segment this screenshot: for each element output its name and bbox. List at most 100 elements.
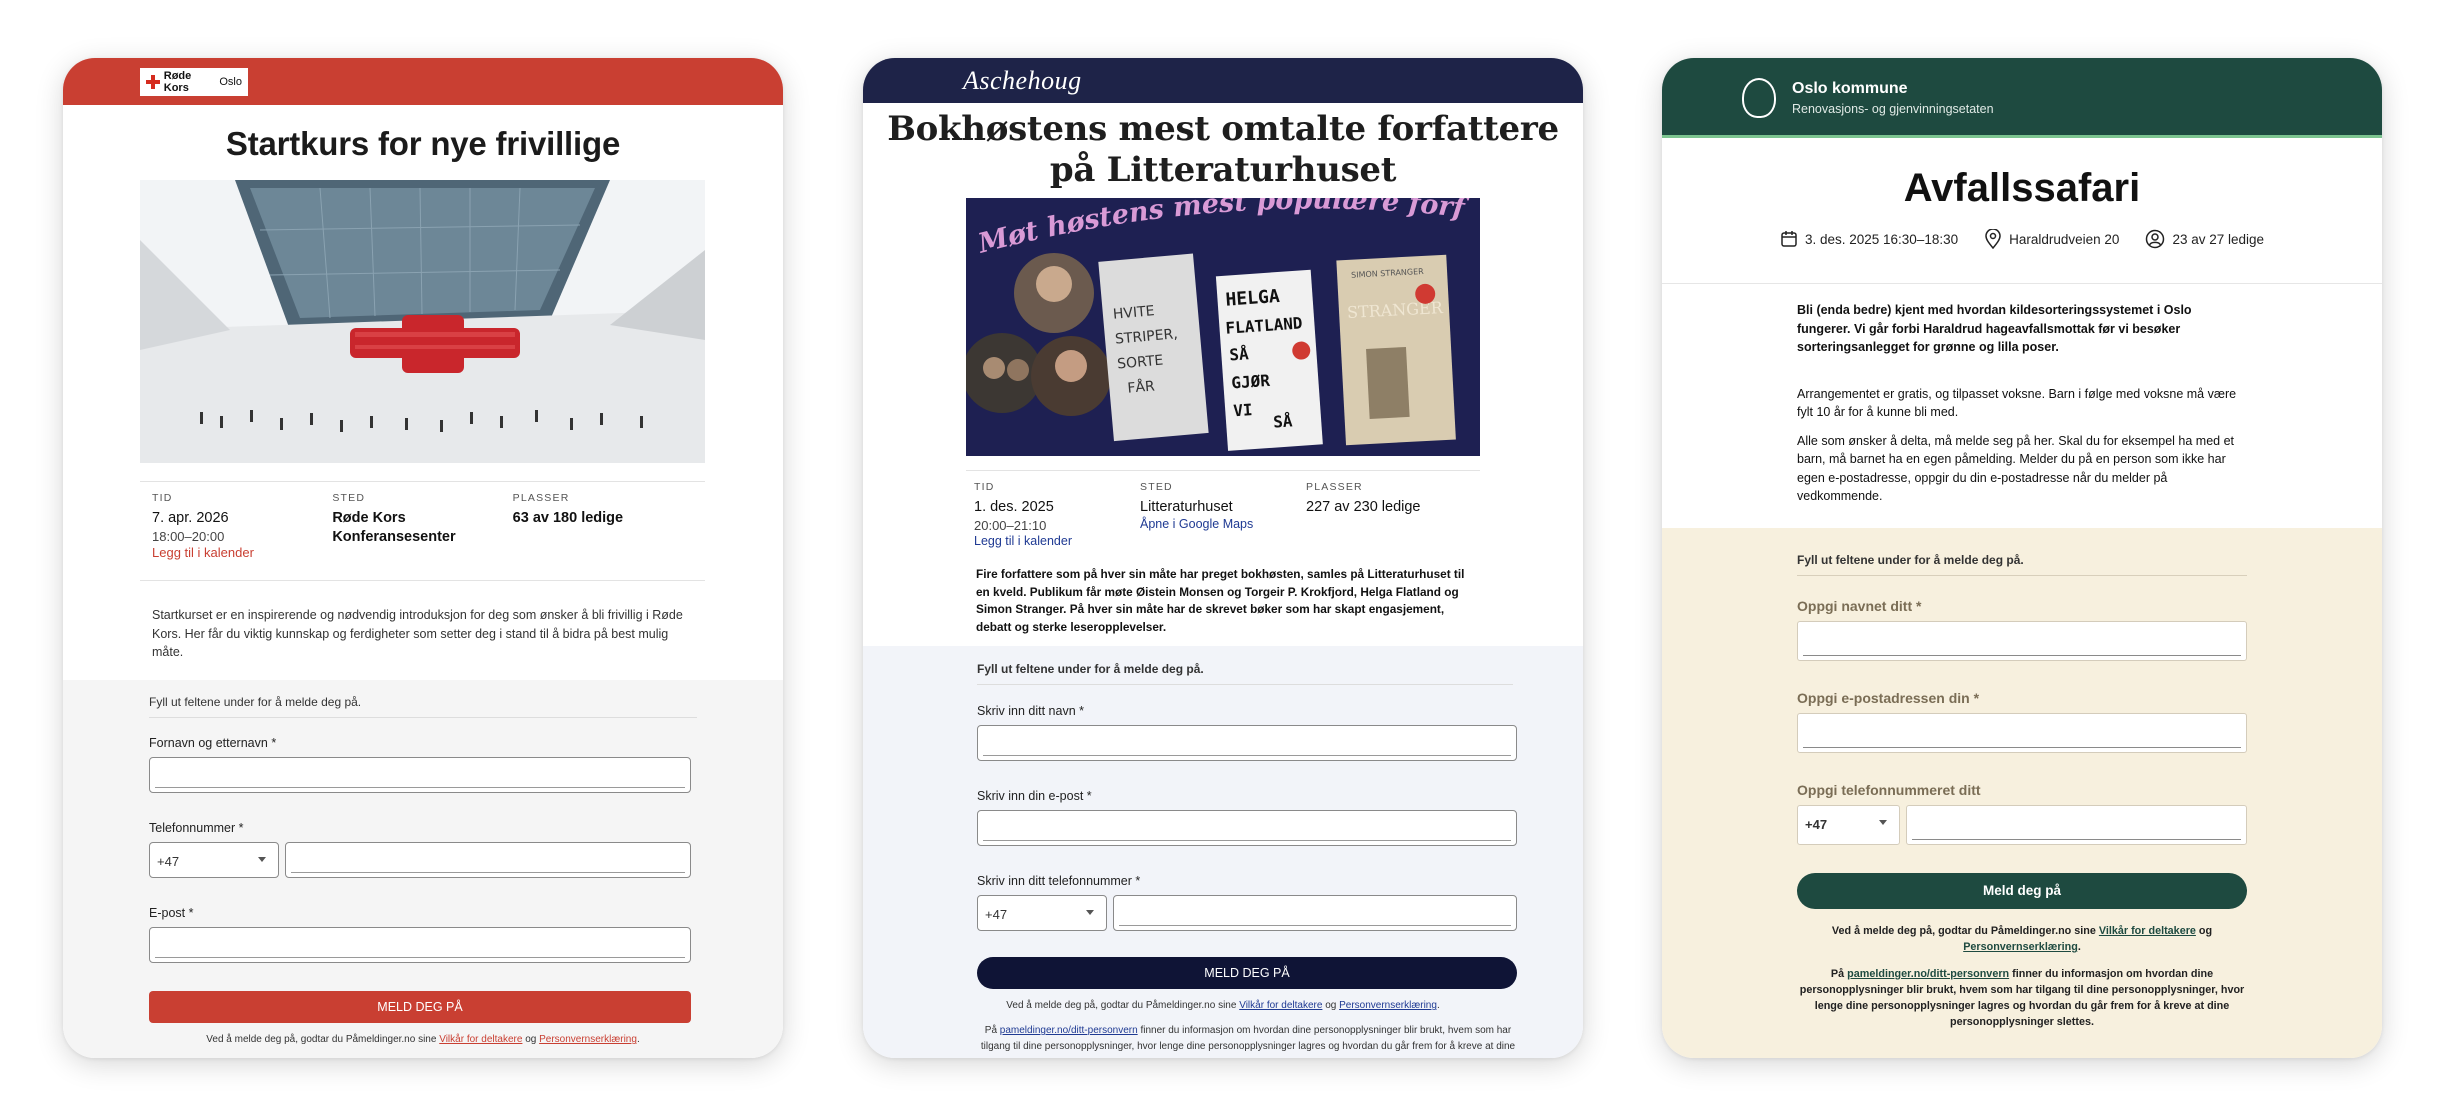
seats-available: 63 av 180 ledige (512, 510, 624, 526)
google-maps-link[interactable]: Åpne i Google Maps (1140, 517, 1306, 531)
phone-input[interactable] (1906, 805, 2247, 845)
divider (1662, 283, 2382, 284)
event-place: Røde Kors Konferansesenter (332, 510, 456, 545)
email-input[interactable] (977, 810, 1517, 846)
country-code-select[interactable]: +47 (1797, 805, 1900, 845)
privacy-info: På pameldinger.no/ditt-personvern finner… (1799, 968, 2245, 1028)
event-description: Startkurset er en inspirerende og nødven… (152, 608, 683, 659)
event-description: Fire forfattere som på hver sin måte har… (976, 567, 1465, 634)
email-input[interactable] (149, 927, 691, 963)
brand-name: Røde Kors (163, 70, 192, 94)
terms-link[interactable]: Vilkår for deltakere (439, 1034, 522, 1045)
event-date: 7. apr. 2026 (152, 510, 229, 526)
event-date: 3. des. 2025 16:30–18:30 (1804, 231, 1959, 247)
time-column: TID 7. apr. 2026 18:00–20:00 Legg til i … (152, 492, 332, 570)
privacy-url-link[interactable]: pameldinger.no/ditt-personvern (1000, 1025, 1138, 1036)
name-label: Oppgi navnet ditt * (1797, 598, 1922, 614)
terms-link[interactable]: Vilkår for deltakere (2099, 925, 2196, 937)
name-label: Fornavn og etternavn * (149, 736, 277, 750)
event-hours: 18:00–20:00 (152, 529, 225, 544)
seats-available: 23 av 27 ledige (2172, 231, 2265, 247)
seats-label: PLASSER (1306, 481, 1363, 493)
registration-form: Fyll ut feltene under for å melde deg på… (1662, 528, 2382, 1058)
aschehoug-logo: Aschehoug (963, 66, 1082, 95)
svg-text:FÅR: FÅR (1127, 377, 1156, 396)
phone-input[interactable] (1113, 895, 1517, 931)
event-card-oslo-kommune: Oslo kommune Renovasjons- og gjenvinning… (1662, 58, 2382, 1058)
submit-button[interactable]: Meld deg på (1797, 873, 2247, 909)
card-header: Aschehoug (863, 58, 1583, 103)
card-header: Røde Kors Oslo (63, 58, 783, 105)
description-paragraph-1: Arrangementet er gratis, og tilpasset vo… (1797, 386, 2237, 420)
event-place: Haraldrudveien 20 (2009, 231, 2120, 247)
add-to-calendar-link[interactable]: Legg til i kalender (152, 545, 332, 560)
event-description: Bli (enda bedre) kjent med hvordan kilde… (1797, 301, 2247, 506)
event-date: 1. des. 2025 (974, 499, 1054, 515)
svg-text:HELGA: HELGA (1225, 286, 1281, 311)
event-banner: Møt høstens mest populære forfattere HVI… (966, 198, 1480, 456)
place-column: STED Røde Kors Konferansesenter (332, 492, 512, 570)
privacy-link[interactable]: Personvernserklæring (1339, 1000, 1437, 1011)
name-input[interactable] (149, 757, 691, 793)
location-pin-icon (1985, 229, 2001, 249)
event-title: Bokhøstens mest omtalte forfattere på Li… (887, 109, 1559, 190)
name-input[interactable] (977, 725, 1517, 761)
privacy-link[interactable]: Personvernserklæring (1963, 941, 2078, 953)
place-label: STED (332, 492, 366, 504)
seats-label: PLASSER (512, 492, 570, 504)
event-details: TID 1. des. 2025 20:00–21:10 Legg til i … (966, 470, 1480, 558)
intro-text: Bli (enda bedre) kjent med hvordan kilde… (1797, 303, 2192, 354)
person-circle-icon (2146, 229, 2165, 249)
form-hint: Fyll ut feltene under for å melde deg på… (977, 662, 1513, 685)
red-cross-icon (146, 75, 160, 89)
privacy-link[interactable]: Personvernserklæring (539, 1034, 637, 1045)
seats-column: PLASSER 227 av 230 ledige (1306, 481, 1472, 548)
brand-name: Oslo kommune (1792, 80, 1908, 97)
privacy-url-link[interactable]: pameldinger.no/ditt-personvern (1847, 968, 2009, 980)
seats-available: 227 av 230 ledige (1306, 499, 1421, 515)
country-code-select[interactable]: +47 (149, 842, 279, 878)
svg-text:GJØR: GJØR (1231, 371, 1271, 393)
chevron-down-icon (258, 857, 266, 862)
event-title: Startkurs for nye frivillige (225, 125, 621, 162)
authors-books-image: Møt høstens mest populære forfattere HVI… (966, 198, 1480, 456)
event-place: Litteraturhuset (1140, 499, 1233, 515)
brand-city: Oslo (219, 76, 242, 88)
form-hint: Fyll ut feltene under for å melde deg på… (149, 695, 697, 718)
event-details: 3. des. 2025 16:30–18:30 Haraldrudveien … (1662, 229, 2382, 249)
terms-text: Ved å melde deg på, godtar du Påmeldinge… (1831, 925, 2213, 953)
name-input[interactable] (1797, 621, 2247, 661)
terms-link[interactable]: Vilkår for deltakere (1239, 1000, 1322, 1011)
email-label: Oppgi e-postadressen din * (1797, 690, 1980, 706)
description-paragraph-2: Alle som ønsker å delta, må melde seg på… (1797, 433, 2235, 504)
add-to-calendar-link[interactable]: Legg til i kalender (974, 534, 1140, 548)
email-input[interactable] (1797, 713, 2247, 753)
opera-house-image (140, 180, 705, 463)
name-label: Skriv inn ditt navn * (977, 704, 1085, 718)
place-column: STED Litteraturhuset Åpne i Google Maps (1140, 481, 1306, 548)
chevron-down-icon (1879, 820, 1887, 825)
country-code-select[interactable]: +47 (977, 895, 1107, 931)
place-item: Haraldrudveien 20 (1984, 229, 2119, 249)
privacy-info: På pameldinger.no/ditt-personvern finner… (980, 1025, 1516, 1052)
phone-label: Oppgi telefonnummeret ditt (1797, 782, 1981, 798)
time-label: TID (974, 481, 995, 493)
oslo-coat-of-arms-icon (1742, 78, 1776, 118)
event-details: TID 7. apr. 2026 18:00–20:00 Legg til i … (140, 481, 705, 581)
phone-input[interactable] (285, 842, 691, 878)
registration-form: Fyll ut feltene under for å melde deg på… (863, 646, 1583, 1058)
red-cross-logo: Røde Kors Oslo (140, 68, 248, 96)
event-title: Avfallssafari (1903, 166, 2141, 210)
submit-button[interactable]: MELD DEG PÅ (977, 957, 1517, 989)
terms-text: Ved å melde deg på, godtar du Påmeldinge… (1006, 1000, 1440, 1011)
phone-label: Telefonnummer * (149, 821, 244, 835)
time-column: TID 1. des. 2025 20:00–21:10 Legg til i … (974, 481, 1140, 548)
card-header: Oslo kommune Renovasjons- og gjenvinning… (1662, 58, 2382, 138)
submit-button[interactable]: MELD DEG PÅ (149, 991, 691, 1023)
seats-item: 23 av 27 ledige (2145, 229, 2264, 249)
svg-text:SÅ: SÅ (1273, 411, 1294, 431)
time-label: TID (152, 492, 173, 504)
phone-label: Skriv inn ditt telefonnummer * (977, 874, 1141, 888)
country-code-value: +47 (1805, 817, 1828, 832)
event-photo (140, 180, 705, 463)
